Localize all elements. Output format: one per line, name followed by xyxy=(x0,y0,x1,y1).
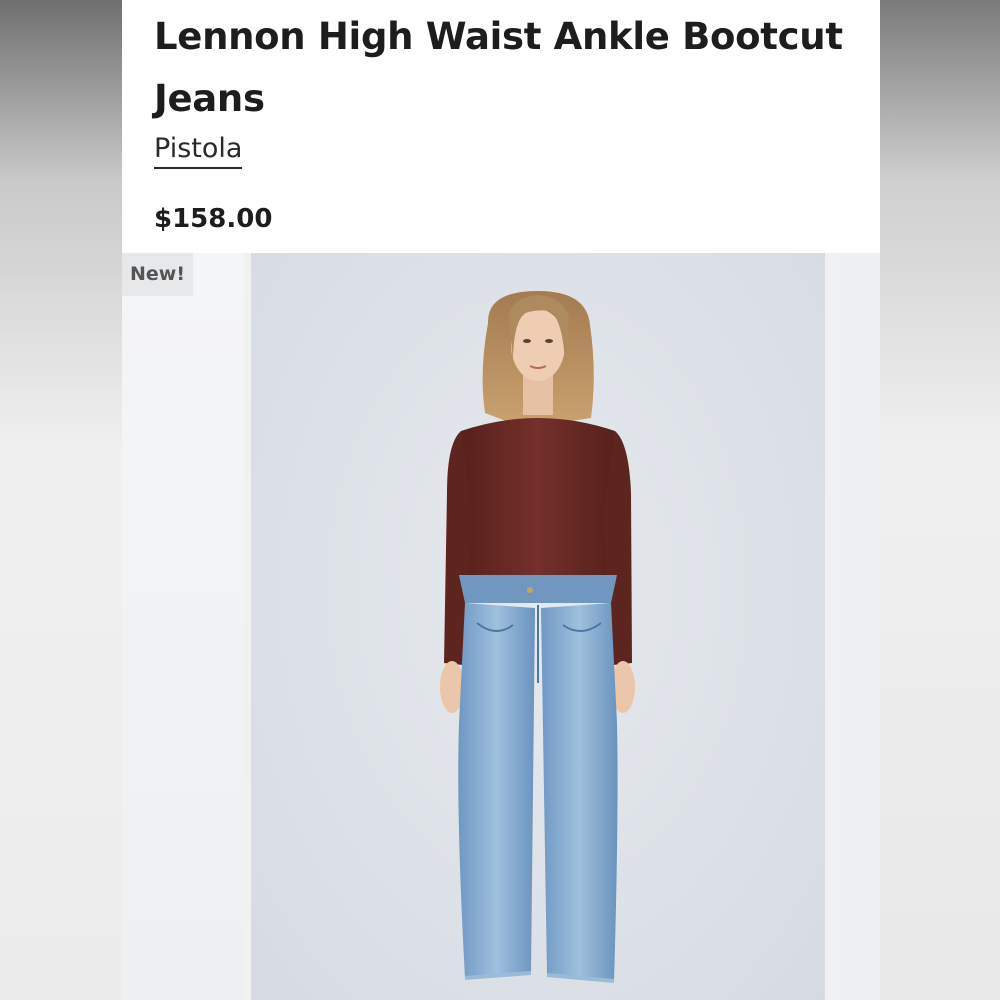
jeans-left-leg xyxy=(458,603,535,978)
new-badge: New! xyxy=(122,253,193,296)
product-image[interactable] xyxy=(251,253,825,1000)
jeans-right-leg xyxy=(541,603,618,981)
gallery-thumbnail-right[interactable] xyxy=(834,253,880,1000)
brand-link[interactable]: Pistola xyxy=(154,133,243,169)
product-info-card: Lennon High Waist Ankle Bootcut Jeans Pi… xyxy=(122,0,880,253)
model-illustration xyxy=(440,291,635,983)
thumbnail-image xyxy=(122,253,244,1000)
product-price: $158.00 xyxy=(154,204,273,234)
gallery-thumbnail-left[interactable] xyxy=(122,253,244,1000)
right-backdrop xyxy=(880,0,1000,1000)
product-title: Lennon High Waist Ankle Bootcut Jeans xyxy=(154,15,843,120)
left-backdrop xyxy=(0,0,122,1000)
top-shape xyxy=(457,418,619,583)
